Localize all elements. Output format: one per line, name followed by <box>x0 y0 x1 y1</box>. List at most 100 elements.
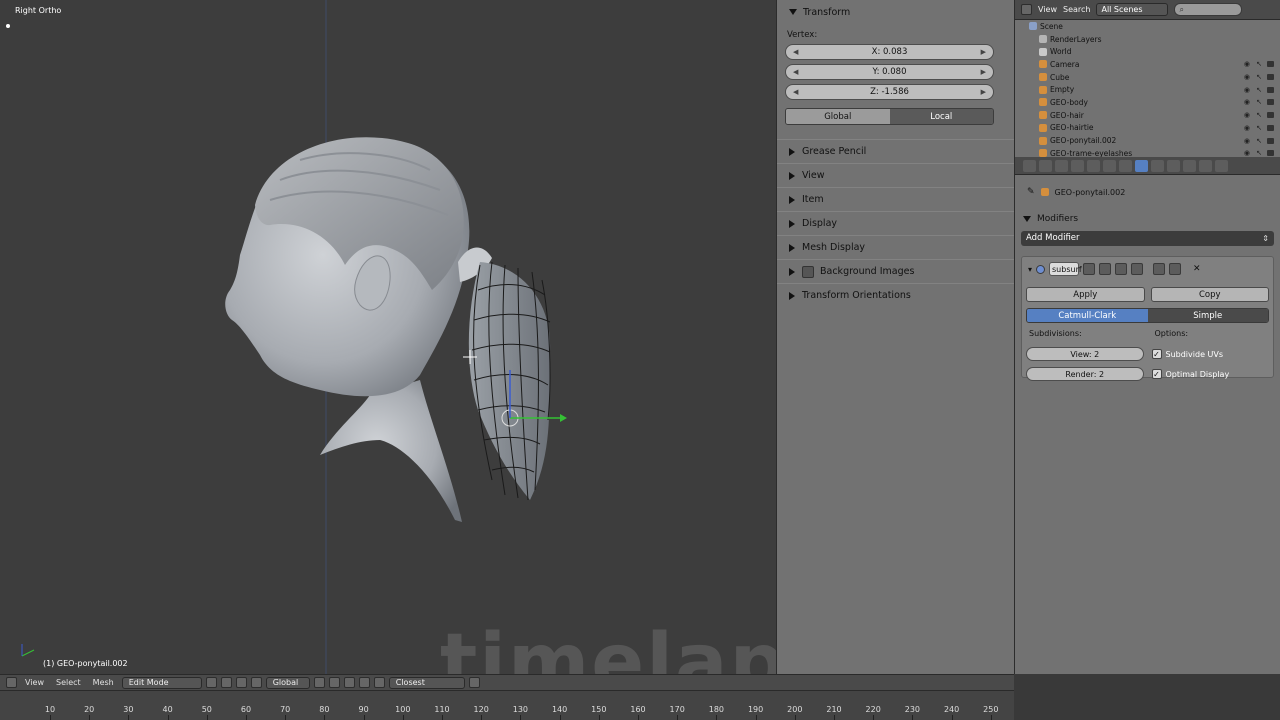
face-select-icon[interactable] <box>343 677 355 688</box>
render-camera-icon[interactable] <box>1267 112 1274 119</box>
visibility-eye-icon[interactable]: ◉ <box>1244 137 1250 145</box>
visibility-eye-icon[interactable]: ◉ <box>1244 124 1250 132</box>
outliner-item[interactable]: Camera ◉ ↖ <box>1015 58 1280 71</box>
close-icon[interactable]: ✕ <box>1193 264 1201 274</box>
render-camera-icon[interactable] <box>1267 86 1274 93</box>
local-button[interactable]: Local <box>889 109 993 124</box>
menu-select[interactable]: Select <box>52 678 85 687</box>
modifier-name-field[interactable]: subsurf <box>1049 262 1082 276</box>
outliner-item[interactable]: Cube ◉ ↖ <box>1015 71 1280 84</box>
modifiers-panel-header[interactable]: Modifiers <box>1015 209 1280 229</box>
snap-target-selector[interactable]: Closest <box>388 676 465 689</box>
constraints-tab-icon[interactable] <box>1119 159 1132 172</box>
simple-button[interactable]: Simple <box>1147 309 1268 322</box>
selectable-cursor-icon[interactable]: ↖ <box>1256 137 1262 145</box>
render-camera-icon[interactable] <box>1267 137 1274 144</box>
global-button[interactable]: Global <box>786 109 890 124</box>
show-cage-icon[interactable] <box>1131 263 1144 275</box>
outliner-search-input[interactable]: ⌕ <box>1174 3 1243 16</box>
subdivide-uvs-checkbox[interactable]: ✓ Subdivide UVs <box>1151 347 1270 361</box>
add-modifier-dropdown[interactable]: Add Modifier <box>1021 231 1274 246</box>
outliner-item[interactable]: Empty ◉ ↖ <box>1015 83 1280 96</box>
editor-type-icon[interactable] <box>6 677 17 688</box>
data-tab-icon[interactable] <box>1151 159 1164 172</box>
texture-tab-icon[interactable] <box>1183 159 1196 172</box>
proportional-icon[interactable] <box>358 677 370 688</box>
modifiers-tab-icon[interactable] <box>1135 159 1148 172</box>
render-icon[interactable] <box>468 677 480 688</box>
view-panel[interactable]: View <box>777 163 1014 187</box>
background-images-checkbox[interactable] <box>802 265 814 278</box>
outliner-item[interactable]: World <box>1015 45 1280 58</box>
render-camera-icon[interactable] <box>1267 61 1274 68</box>
edge-select-icon[interactable] <box>328 677 340 688</box>
view-levels-field[interactable]: View: 2 <box>1026 347 1144 361</box>
selectable-cursor-icon[interactable]: ↖ <box>1256 111 1262 119</box>
item-panel[interactable]: Item <box>777 187 1014 211</box>
optimal-display-checkbox[interactable]: ✓ Optimal Display <box>1151 367 1270 381</box>
vertex-y-field[interactable]: ◀ Y: 0.080 ▶ <box>785 64 994 80</box>
outliner-item[interactable]: RenderLayers <box>1015 33 1280 46</box>
mesh-display-panel[interactable]: Mesh Display <box>777 235 1014 259</box>
selectable-cursor-icon[interactable]: ↖ <box>1256 86 1262 94</box>
outliner-item[interactable]: GEO-hair ◉ ↖ <box>1015 109 1280 122</box>
pin-icon[interactable]: ✎ <box>1027 187 1035 197</box>
snap-icon[interactable] <box>373 677 385 688</box>
vertex-select-icon[interactable] <box>313 677 325 688</box>
menu-view[interactable]: View <box>21 678 48 687</box>
transform-orientations-panel[interactable]: Transform Orientations <box>777 283 1014 307</box>
vertex-z-field[interactable]: ◀ Z: -1.586 ▶ <box>785 84 994 100</box>
show-editmode-icon[interactable] <box>1115 263 1128 275</box>
particles-tab-icon[interactable] <box>1199 159 1212 172</box>
manipulator-icon[interactable] <box>235 677 247 688</box>
outliner-item[interactable]: GEO-hairtie ◉ ↖ <box>1015 122 1280 135</box>
outliner-item[interactable]: Scene <box>1015 20 1280 33</box>
render-camera-icon[interactable] <box>1267 124 1274 131</box>
visibility-eye-icon[interactable]: ◉ <box>1244 60 1250 68</box>
translate-icon[interactable] <box>250 677 262 688</box>
outliner-search-menu[interactable]: Search <box>1063 5 1090 14</box>
world-tab-icon[interactable] <box>1087 159 1100 172</box>
render-camera-icon[interactable] <box>1267 74 1274 81</box>
object-tab-icon[interactable] <box>1103 159 1116 172</box>
scene-tab-icon[interactable] <box>1071 159 1084 172</box>
move-down-icon[interactable] <box>1169 263 1182 275</box>
render-camera-icon[interactable] <box>1267 99 1274 106</box>
outliner-view-menu[interactable]: View <box>1038 5 1057 14</box>
outliner-item[interactable]: GEO-body ◉ ↖ <box>1015 96 1280 109</box>
selectable-cursor-icon[interactable]: ↖ <box>1256 124 1262 132</box>
visibility-eye-icon[interactable]: ◉ <box>1244 111 1250 119</box>
shading-icon[interactable] <box>205 677 217 688</box>
display-panel[interactable]: Display <box>777 211 1014 235</box>
render-camera-icon[interactable] <box>1267 150 1274 157</box>
3d-viewport[interactable]: Right Ortho (1) GEO-ponytail.002 timelap… <box>0 0 776 674</box>
selectable-cursor-icon[interactable]: ↖ <box>1256 98 1262 106</box>
copy-button[interactable]: Copy <box>1150 287 1269 302</box>
collapse-icon[interactable]: ▾ <box>1028 265 1032 274</box>
timeline[interactable]: 10 20 30 40 50 60 70 80 90 100 110 120 130 140 150 160 1… <box>0 690 1014 720</box>
apply-button[interactable]: Apply <box>1026 287 1145 302</box>
selectable-cursor-icon[interactable]: ↖ <box>1256 73 1262 81</box>
material-tab-icon[interactable] <box>1167 159 1180 172</box>
visibility-eye-icon[interactable]: ◉ <box>1244 73 1250 81</box>
physics-tab-icon[interactable] <box>1215 159 1228 172</box>
show-viewport-icon[interactable] <box>1099 263 1112 275</box>
render-tab-icon[interactable] <box>1039 159 1052 172</box>
transform-panel-header[interactable]: Transform <box>777 0 1014 24</box>
editor-type-icon[interactable] <box>1023 159 1036 172</box>
render-layers-tab-icon[interactable] <box>1055 159 1068 172</box>
move-up-icon[interactable] <box>1153 263 1166 275</box>
editor-type-icon[interactable] <box>1021 4 1032 15</box>
display-mode-dropdown[interactable]: All Scenes <box>1096 3 1169 16</box>
background-images-panel[interactable]: Background Images <box>777 259 1014 283</box>
catmull-clark-button[interactable]: Catmull-Clark <box>1027 309 1148 322</box>
outliner-item[interactable]: GEO-ponytail.002 ◉ ↖ <box>1015 134 1280 147</box>
show-render-icon[interactable] <box>1083 263 1096 275</box>
orientation-selector[interactable]: Global <box>265 676 310 689</box>
render-levels-field[interactable]: Render: 2 <box>1026 367 1144 381</box>
selectable-cursor-icon[interactable]: ↖ <box>1256 60 1262 68</box>
visibility-eye-icon[interactable]: ◉ <box>1244 98 1250 106</box>
mode-selector[interactable]: Edit Mode <box>121 676 202 689</box>
visibility-eye-icon[interactable]: ◉ <box>1244 86 1250 94</box>
menu-mesh[interactable]: Mesh <box>89 678 118 687</box>
